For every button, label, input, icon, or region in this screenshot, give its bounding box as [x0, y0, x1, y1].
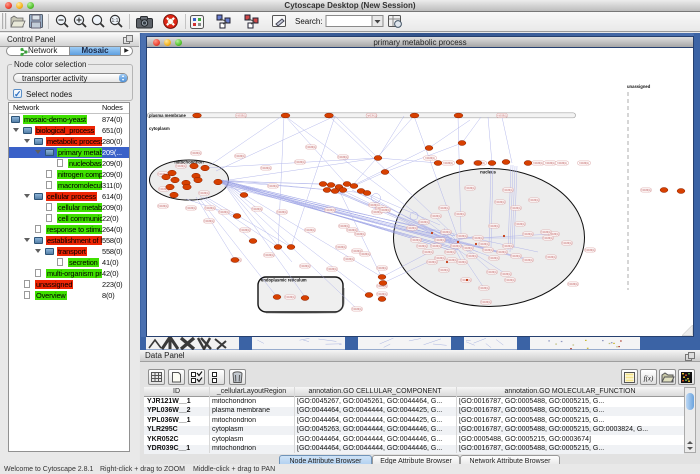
svg-text:Ydl039(1): Ydl039(1): [377, 293, 388, 296]
svg-text:Ydl039(1): Ydl039(1): [435, 257, 446, 260]
svg-text:Ydl039(1): Ydl039(1): [503, 245, 514, 248]
svg-text:Ydl039(1): Ydl039(1): [523, 259, 534, 262]
svg-text:Ydl039(1): Ydl039(1): [511, 207, 522, 210]
svg-text:Ydl039(1): Ydl039(1): [455, 213, 466, 216]
svg-text:Ydl039(1): Ydl039(1): [515, 223, 526, 226]
svg-text:Ydl039(1): Ydl039(1): [191, 152, 202, 155]
svg-text:Ydl039(1): Ydl039(1): [495, 201, 506, 204]
svg-text:Ydl039(1): Ydl039(1): [445, 251, 456, 254]
svg-text:cytoplasm: cytoplasm: [149, 126, 170, 131]
svg-text:Ydl039(1): Ydl039(1): [545, 162, 556, 165]
svg-text:Ydl039(1): Ydl039(1): [457, 261, 468, 264]
svg-text:Ydl039(1): Ydl039(1): [425, 157, 436, 160]
svg-text:Ydl039(1): Ydl039(1): [489, 225, 500, 228]
svg-text:Ydl039(1): Ydl039(1): [336, 246, 347, 249]
svg-text:Ydl039(1): Ydl039(1): [338, 156, 349, 159]
svg-text:Ydl039(1): Ydl039(1): [240, 229, 251, 232]
svg-text:Ydl039(1): Ydl039(1): [439, 269, 450, 272]
svg-text:Ydl039(1): Ydl039(1): [497, 114, 508, 117]
svg-text:Ydl039(1): Ydl039(1): [355, 233, 366, 236]
svg-text:Ydl039(1): Ydl039(1): [377, 267, 388, 270]
svg-text:Ydl039(1): Ydl039(1): [463, 247, 474, 250]
svg-text:Ydl039(1): Ydl039(1): [205, 207, 216, 210]
svg-text:Ydl039(1): Ydl039(1): [579, 162, 590, 165]
svg-text:Ydl039(1): Ydl039(1): [325, 209, 336, 212]
svg-text:f(x): f(x): [644, 375, 654, 383]
svg-text:Ydl039(1): Ydl039(1): [457, 235, 468, 238]
svg-text:Ydl039(1): Ydl039(1): [435, 239, 446, 242]
svg-text:Ydl039(1): Ydl039(1): [431, 215, 442, 218]
svg-text:Ydl039(1): Ydl039(1): [347, 229, 358, 232]
svg-text:Ydl039(1): Ydl039(1): [497, 251, 508, 254]
svg-text:Ydl039(1): Ydl039(1): [511, 255, 522, 258]
svg-text:Ydl039(1): Ydl039(1): [427, 261, 438, 264]
svg-text:Ydl039(1): Ydl039(1): [186, 207, 197, 210]
svg-text:Ydl039(1): Ydl039(1): [407, 227, 418, 230]
svg-text:Ydl039(1): Ydl039(1): [447, 259, 458, 262]
svg-text:Ydl039(1): Ydl039(1): [431, 245, 442, 248]
svg-text:Ydl039(1): Ydl039(1): [441, 231, 452, 234]
svg-text:Ydl039(1): Ydl039(1): [443, 162, 454, 165]
svg-text:Ydl039(1): Ydl039(1): [483, 249, 494, 252]
svg-text:Ydl039(1): Ydl039(1): [176, 165, 187, 168]
svg-text:1:1: 1:1: [112, 18, 119, 24]
svg-text:Ydl039(1): Ydl039(1): [277, 211, 288, 214]
svg-text:Ydl039(1): Ydl039(1): [503, 189, 514, 192]
svg-text:Ydl039(1): Ydl039(1): [264, 254, 275, 257]
svg-text:Ydl039(1): Ydl039(1): [305, 229, 316, 232]
svg-text:Ydl039(1): Ydl039(1): [339, 225, 350, 228]
svg-text:Ydl039(1): Ydl039(1): [479, 287, 490, 290]
svg-text:Ydl039(1): Ydl039(1): [411, 239, 422, 242]
svg-text:Ydl039(1): Ydl039(1): [641, 189, 652, 192]
svg-text:Ydl039(1): Ydl039(1): [557, 162, 568, 165]
svg-text:Ydl039(1): Ydl039(1): [562, 242, 573, 245]
svg-text:Ydl039(1): Ydl039(1): [481, 301, 492, 304]
svg-text:Ydl039(1): Ydl039(1): [451, 245, 462, 248]
svg-text:Ydl039(1): Ydl039(1): [417, 245, 428, 248]
svg-text:Ydl039(1): Ydl039(1): [465, 187, 476, 190]
svg-text:Ydl039(1): Ydl039(1): [236, 114, 247, 117]
svg-text:Ydl039(1): Ydl039(1): [268, 185, 279, 188]
svg-text:Ydl039(1): Ydl039(1): [235, 155, 246, 158]
svg-text:nucleus: nucleus: [480, 170, 496, 175]
svg-text:Ydl039(1): Ydl039(1): [352, 308, 363, 311]
svg-text:Ydl039(1): Ydl039(1): [543, 237, 554, 240]
svg-text:Ydl039(1): Ydl039(1): [360, 253, 371, 256]
svg-text:Ydl039(1): Ydl039(1): [479, 243, 490, 246]
svg-text:Search:: Search:: [295, 17, 323, 26]
svg-text:Ydl039(1): Ydl039(1): [219, 211, 230, 214]
svg-text:Ydl039(1): Ydl039(1): [585, 249, 596, 252]
svg-text:Ydl039(1): Ydl039(1): [541, 231, 552, 234]
svg-text:Ydl039(1): Ydl039(1): [380, 209, 391, 212]
svg-text:Ydl039(1): Ydl039(1): [568, 283, 579, 286]
svg-text:Ydl039(1): Ydl039(1): [261, 167, 272, 170]
svg-text:Ydl039(1): Ydl039(1): [252, 208, 263, 211]
svg-text:Ydl039(1): Ydl039(1): [439, 207, 450, 210]
svg-text:Ydl039(1): Ydl039(1): [473, 237, 484, 240]
svg-text:Ydl039(1): Ydl039(1): [204, 220, 215, 223]
svg-text:Ydl039(1): Ydl039(1): [366, 114, 377, 117]
svg-text:Ydl039(1): Ydl039(1): [489, 257, 500, 260]
svg-text:Ydl039(1): Ydl039(1): [199, 192, 210, 195]
svg-text:Ydl039(1): Ydl039(1): [327, 268, 338, 271]
svg-text:Ydl039(1): Ydl039(1): [505, 279, 516, 282]
svg-text:Ydl039(1): Ydl039(1): [285, 296, 296, 299]
svg-text:unassigned: unassigned: [627, 84, 651, 89]
svg-text:Ydl039(1): Ydl039(1): [295, 161, 306, 164]
svg-text:Ydl039(1): Ydl039(1): [419, 221, 430, 224]
svg-text:Ydl039(1): Ydl039(1): [523, 233, 534, 236]
svg-text:Ydl039(1): Ydl039(1): [467, 255, 478, 258]
svg-text:Ydl039(1): Ydl039(1): [344, 258, 355, 261]
svg-text:Ydl039(1): Ydl039(1): [423, 251, 434, 254]
svg-text:Ydl039(1): Ydl039(1): [501, 273, 512, 276]
svg-text:Ydl039(1): Ydl039(1): [529, 199, 540, 202]
svg-text:plasma membrane: plasma membrane: [149, 113, 186, 118]
svg-text:Ydl039(1): Ydl039(1): [546, 256, 557, 259]
svg-text:endoplasmic reticulum: endoplasmic reticulum: [261, 278, 307, 283]
svg-text:Ydl039(1): Ydl039(1): [487, 271, 498, 274]
svg-text:Ydl039(1): Ydl039(1): [306, 146, 317, 149]
svg-text:Ydl039(1): Ydl039(1): [158, 205, 169, 208]
svg-text:Ydl039(1): Ydl039(1): [533, 162, 544, 165]
svg-text:Ydl039(1): Ydl039(1): [300, 265, 311, 268]
